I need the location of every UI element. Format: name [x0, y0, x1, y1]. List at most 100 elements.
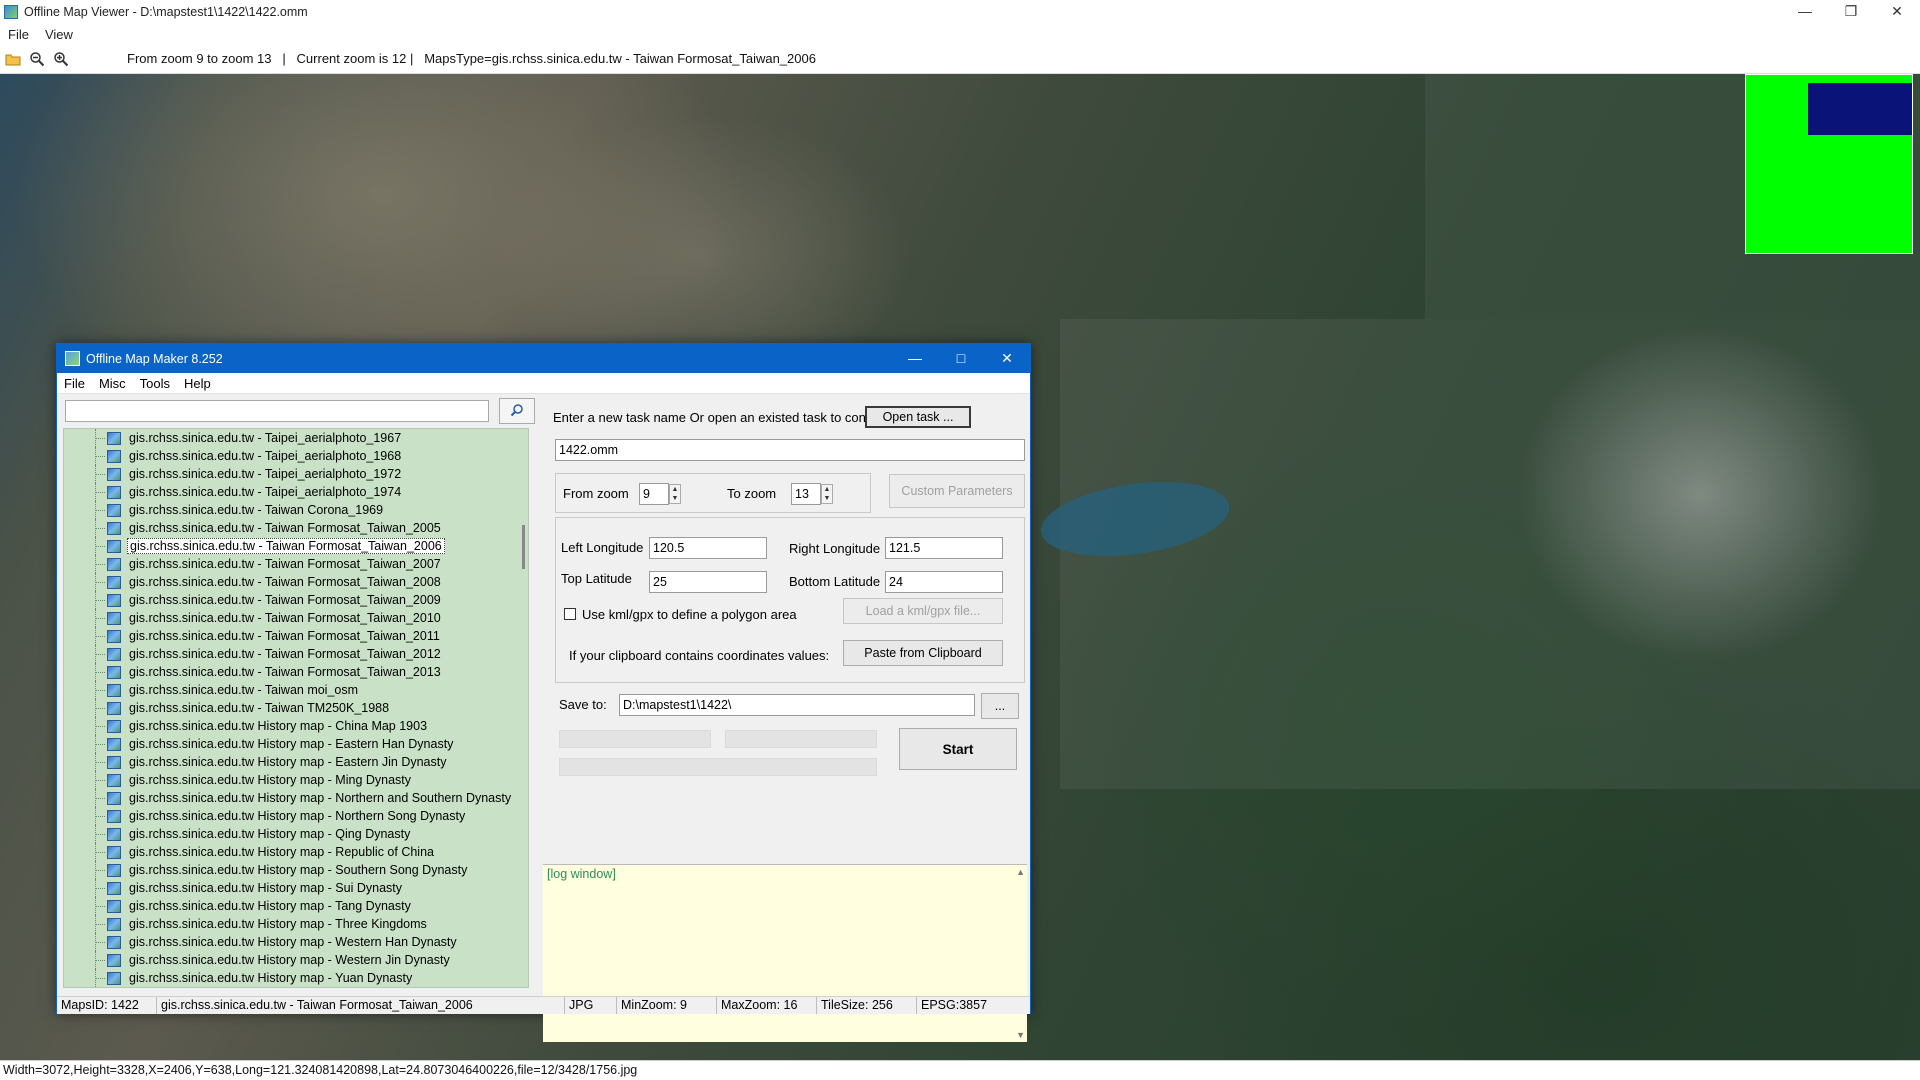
close-icon[interactable]: ✕ [1874, 0, 1920, 24]
tree-item[interactable]: gis.rchss.sinica.edu.tw History map - No… [64, 789, 528, 807]
map-image-icon [107, 881, 121, 895]
map-image-icon [107, 737, 121, 751]
task-name-field[interactable]: 1422.omm [555, 439, 1025, 461]
from-zoom-field[interactable]: 9 [639, 483, 669, 505]
dialog-close-icon[interactable]: ✕ [984, 344, 1030, 373]
scroll-down-arrow-icon[interactable]: ▼ [1016, 1030, 1025, 1040]
search-input[interactable] [65, 400, 489, 422]
tree-item[interactable]: gis.rchss.sinica.edu.tw - Taiwan TM250K_… [64, 699, 528, 717]
tree-guide-line [95, 636, 105, 637]
tree-item[interactable]: gis.rchss.sinica.edu.tw - Taiwan Formosa… [64, 537, 528, 555]
map-type-tree[interactable]: gis.rchss.sinica.edu.tw - Taipei_aerialp… [63, 428, 529, 988]
tree-item[interactable]: gis.rchss.sinica.edu.tw - Taipei_aerialp… [64, 465, 528, 483]
dialog-maximize-icon[interactable]: □ [938, 344, 984, 373]
save-to-field[interactable]: D:\mapstest1\1422\ [619, 694, 975, 716]
paste-from-clipboard-button[interactable]: Paste from Clipboard [843, 640, 1003, 666]
tree-item-label: gis.rchss.sinica.edu.tw History map - Qi… [129, 827, 411, 841]
scroll-up-arrow-icon[interactable]: ▲ [1016, 867, 1025, 877]
tree-item[interactable]: gis.rchss.sinica.edu.tw History map - Ea… [64, 735, 528, 753]
log-window[interactable]: [log window] ▲ ▼ [543, 864, 1027, 1042]
dialog-minimize-icon[interactable]: — [892, 344, 938, 373]
map-image-icon [107, 701, 121, 715]
open-folder-icon[interactable] [2, 48, 24, 70]
tree-item[interactable]: gis.rchss.sinica.edu.tw History map - No… [64, 807, 528, 825]
tree-item[interactable]: gis.rchss.sinica.edu.tw - Taiwan Formosa… [64, 519, 528, 537]
tree-item[interactable]: gis.rchss.sinica.edu.tw History map - Re… [64, 843, 528, 861]
map-image-icon [107, 719, 121, 733]
tree-item[interactable]: gis.rchss.sinica.edu.tw History map - Th… [64, 915, 528, 933]
status-min-zoom: MinZoom: 9 [617, 997, 717, 1014]
tree-item-label: gis.rchss.sinica.edu.tw History map - So… [129, 863, 468, 877]
tree-item[interactable]: gis.rchss.sinica.edu.tw - Taiwan Formosa… [64, 627, 528, 645]
status-format: JPG [565, 997, 617, 1014]
tree-scrollbar[interactable] [522, 429, 528, 987]
tree-scrollbar-thumb[interactable] [522, 525, 525, 569]
tree-item-label: gis.rchss.sinica.edu.tw - Taiwan Formosa… [129, 593, 441, 607]
to-zoom-field[interactable]: 13 [791, 483, 821, 505]
right-longitude-field[interactable]: 121.5 [885, 537, 1003, 559]
tree-item[interactable]: gis.rchss.sinica.edu.tw History map - We… [64, 933, 528, 951]
tree-item[interactable]: gis.rchss.sinica.edu.tw History map - Ch… [64, 717, 528, 735]
zoom-in-icon[interactable] [50, 48, 72, 70]
map-image-icon [107, 971, 121, 985]
tree-guide-line [95, 942, 105, 943]
tree-item[interactable]: gis.rchss.sinica.edu.tw - Taiwan Formosa… [64, 663, 528, 681]
tree-item[interactable]: gis.rchss.sinica.edu.tw - Taiwan Formosa… [64, 609, 528, 627]
tree-item[interactable]: gis.rchss.sinica.edu.tw - Taiwan Formosa… [64, 591, 528, 609]
top-latitude-field[interactable]: 25 [649, 571, 767, 593]
dialog-menu-tools[interactable]: Tools [133, 376, 177, 391]
tree-item[interactable]: gis.rchss.sinica.edu.tw - Taiwan Corona_… [64, 501, 528, 519]
tree-item[interactable]: gis.rchss.sinica.edu.tw - Taipei_aerialp… [64, 429, 528, 447]
clipboard-prompt-label: If your clipboard contains coordinates v… [569, 648, 830, 663]
tree-item[interactable]: gis.rchss.sinica.edu.tw - Taipei_aerialp… [64, 447, 528, 465]
zoom-out-icon[interactable] [26, 48, 48, 70]
tree-item[interactable]: gis.rchss.sinica.edu.tw History map - Qi… [64, 825, 528, 843]
tree-item[interactable]: gis.rchss.sinica.edu.tw - Taipei_aerialp… [64, 483, 528, 501]
dialog-menu-help[interactable]: Help [177, 376, 218, 391]
tree-item[interactable]: gis.rchss.sinica.edu.tw History map - Yu… [64, 969, 528, 987]
tree-item[interactable]: gis.rchss.sinica.edu.tw - Taiwan moi_osm [64, 681, 528, 699]
dialog-menu-misc[interactable]: Misc [92, 376, 133, 391]
tree-item[interactable]: gis.rchss.sinica.edu.tw History map - Mi… [64, 771, 528, 789]
overview-viewport-rect[interactable] [1808, 83, 1912, 135]
dialog-menu-file[interactable]: File [57, 376, 92, 391]
tree-item[interactable]: gis.rchss.sinica.edu.tw History map - We… [64, 951, 528, 969]
map-image-icon [107, 683, 121, 697]
tree-item[interactable]: gis.rchss.sinica.edu.tw - Taiwan Formosa… [64, 573, 528, 591]
open-task-button[interactable]: Open task ... [865, 406, 971, 428]
kml-polygon-checkbox[interactable] [564, 608, 576, 620]
tree-guide-line [95, 618, 105, 619]
menu-file[interactable]: File [0, 27, 37, 42]
tree-item-label: gis.rchss.sinica.edu.tw History map - We… [129, 953, 450, 967]
search-button[interactable] [499, 398, 535, 424]
browse-button[interactable]: ... [981, 693, 1019, 719]
minimize-icon[interactable]: — [1782, 0, 1828, 24]
tree-item[interactable]: gis.rchss.sinica.edu.tw - Taiwan Formosa… [64, 555, 528, 573]
dialog-title: Offline Map Maker 8.252 [86, 351, 223, 366]
start-button[interactable]: Start [899, 728, 1017, 770]
tree-item-label: gis.rchss.sinica.edu.tw - Taiwan Formosa… [129, 629, 440, 643]
tree-item-label: gis.rchss.sinica.edu.tw - Taiwan Formosa… [129, 665, 441, 679]
restore-icon[interactable]: ❐ [1828, 0, 1874, 24]
tree-guide-line [95, 798, 105, 799]
tree-guide-line [95, 672, 105, 673]
tree-item[interactable]: gis.rchss.sinica.edu.tw History map - Ta… [64, 897, 528, 915]
left-longitude-field[interactable]: 120.5 [649, 537, 767, 559]
tree-item[interactable]: gis.rchss.sinica.edu.tw History map - Ea… [64, 753, 528, 771]
progress-bar-1 [559, 730, 711, 748]
tree-item[interactable]: gis.rchss.sinica.edu.tw History map - So… [64, 861, 528, 879]
tree-item-label: gis.rchss.sinica.edu.tw - Taiwan Formosa… [129, 575, 441, 589]
overview-map[interactable] [1745, 74, 1913, 254]
menu-view[interactable]: View [37, 27, 81, 42]
map-image-icon [107, 773, 121, 787]
bottom-latitude-field[interactable]: 24 [885, 571, 1003, 593]
tree-item[interactable]: gis.rchss.sinica.edu.tw History map - Su… [64, 879, 528, 897]
map-image-icon [107, 863, 121, 877]
from-zoom-stepper[interactable]: ▲ ▼ [669, 484, 681, 504]
tree-item-label: gis.rchss.sinica.edu.tw History map - No… [129, 809, 466, 823]
custom-parameters-button[interactable]: Custom Parameters [889, 474, 1025, 508]
load-kml-button[interactable]: Load a kml/gpx file... [843, 598, 1003, 624]
tree-item[interactable]: gis.rchss.sinica.edu.tw - Taiwan Formosa… [64, 645, 528, 663]
dialog-status-bar: MapsID: 1422 gis.rchss.sinica.edu.tw - T… [57, 996, 1030, 1014]
to-zoom-stepper[interactable]: ▲ ▼ [821, 484, 833, 504]
